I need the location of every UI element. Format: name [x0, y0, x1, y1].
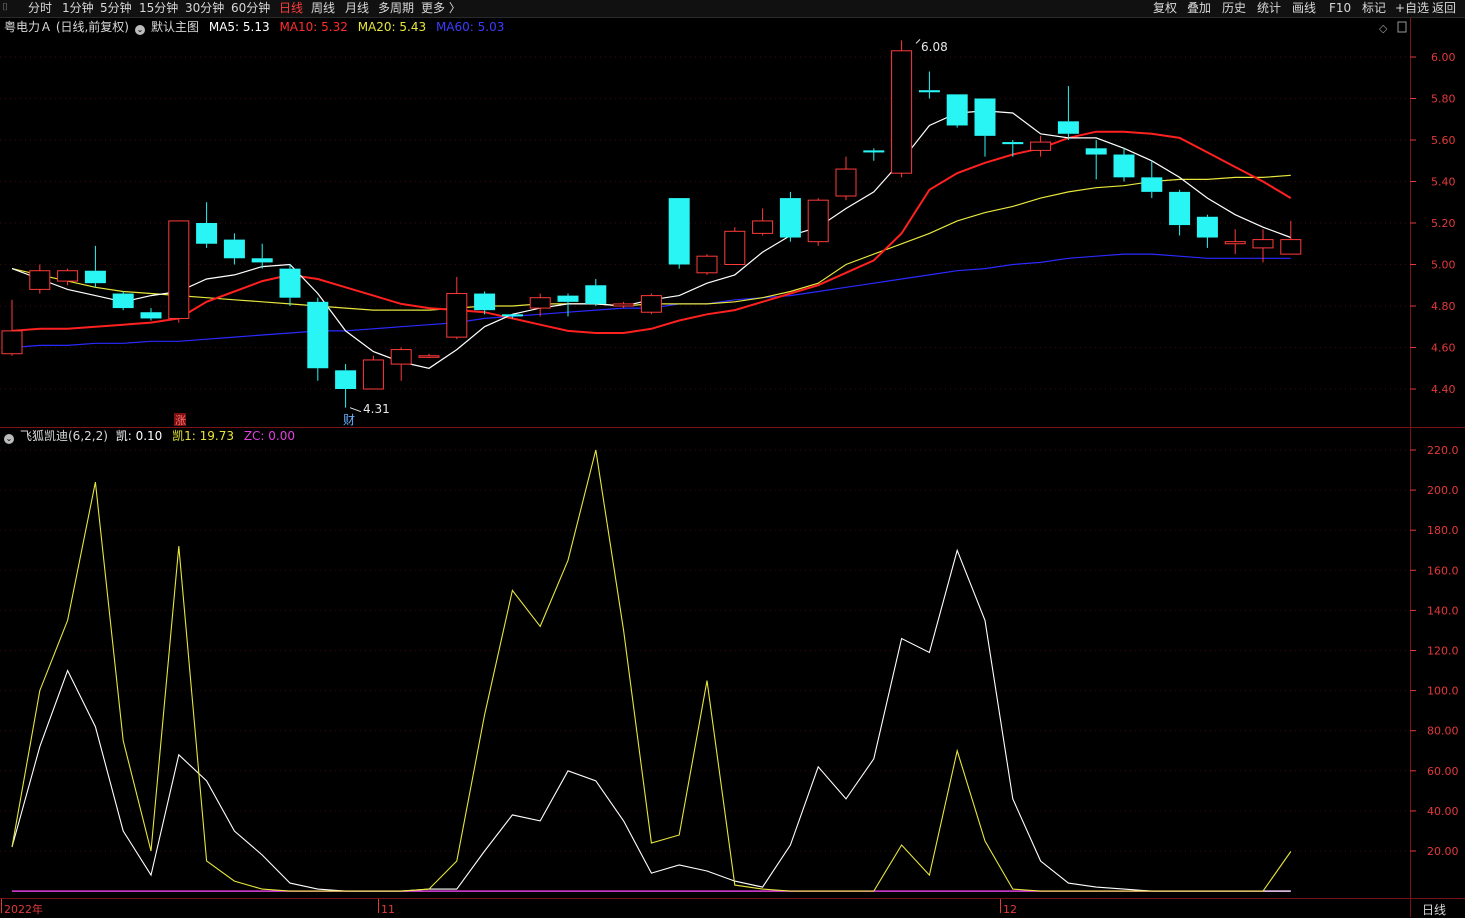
candle [1224, 229, 1246, 255]
low-pointer [349, 407, 362, 413]
x-label-year: 2022年 [4, 902, 43, 916]
candle [279, 264, 301, 306]
indicator-tick-label: 20.00 [1427, 845, 1459, 858]
candle [891, 40, 913, 178]
price-tick-label: 6.00 [1431, 51, 1456, 64]
indicator-tick-label: 120.0 [1427, 645, 1459, 658]
price-tick-label: 4.40 [1431, 383, 1456, 396]
candle [529, 293, 551, 317]
price-tick-label: 5.40 [1431, 176, 1456, 189]
candle [640, 293, 662, 315]
candle [390, 347, 412, 381]
candle [974, 98, 996, 157]
candle [613, 301, 635, 309]
candle [140, 308, 162, 321]
indicator-tick-label: 180.0 [1427, 524, 1459, 537]
indicator-tick-label: 220.0 [1427, 444, 1459, 457]
candle [307, 297, 329, 381]
kline-chart[interactable]: 6.00 5.80 5.60 5.40 5.20 5.00 4.80 4.60 4.40 220… [0, 0, 1465, 917]
price-tick-label: 4.80 [1431, 300, 1456, 313]
candle [362, 355, 384, 390]
low-price-label: 4.31 [363, 402, 390, 416]
candle [1141, 160, 1163, 199]
candle [335, 364, 357, 408]
candle [251, 243, 273, 269]
price-tick-label: 5.00 [1431, 259, 1456, 272]
candle [724, 227, 746, 266]
zhang-marker-text: 涨 [175, 414, 186, 427]
candle [696, 254, 718, 275]
candle [446, 276, 468, 340]
candle [1280, 220, 1302, 255]
candle [168, 220, 190, 323]
indicator-tick-label: 40.00 [1427, 805, 1459, 818]
candle [835, 156, 857, 201]
x-label-dec: 12 [1003, 903, 1017, 916]
cai-marker[interactable]: 财 [343, 413, 355, 427]
period-footer-label[interactable]: 日线 [1422, 901, 1446, 918]
candle [418, 353, 440, 358]
window-icon[interactable] [1397, 21, 1407, 33]
indicator-tick-label: 80.00 [1427, 725, 1459, 738]
indicator-tick-label: 140.0 [1427, 604, 1459, 617]
candle [779, 191, 801, 242]
candle [84, 245, 106, 288]
candle [918, 71, 940, 99]
indicator-tick-label: 160.0 [1427, 564, 1459, 577]
price-tick-label: 5.60 [1431, 134, 1456, 147]
candle [1085, 140, 1107, 180]
candle [1057, 86, 1079, 140]
indicator-tick-label: 200.0 [1427, 484, 1459, 497]
candle [112, 291, 134, 311]
candle [223, 233, 245, 265]
indicator-tick-label: 100.0 [1427, 685, 1459, 698]
high-pointer [915, 39, 921, 44]
candle [752, 208, 774, 236]
candle [863, 148, 885, 161]
candle [29, 264, 51, 294]
high-price-label: 6.08 [921, 40, 948, 54]
candle [196, 202, 218, 248]
k1-line [11, 449, 1292, 892]
candle [1252, 229, 1274, 263]
x-label-nov: 11 [381, 903, 395, 916]
candle [1196, 214, 1218, 248]
candle [668, 198, 690, 269]
candle [585, 279, 607, 306]
candle [1030, 135, 1052, 157]
candle [807, 198, 829, 246]
price-tick-label: 5.20 [1431, 217, 1456, 230]
indicator-tick-label: 60.00 [1427, 765, 1459, 778]
candle [1113, 148, 1135, 182]
candle [1169, 189, 1191, 236]
price-tick-label: 5.80 [1431, 93, 1456, 106]
candle [1002, 140, 1024, 157]
price-tick-label: 4.60 [1431, 342, 1456, 355]
diamond-icon[interactable]: ◇ [1379, 22, 1388, 35]
candle [946, 94, 968, 128]
candle [1, 299, 23, 356]
